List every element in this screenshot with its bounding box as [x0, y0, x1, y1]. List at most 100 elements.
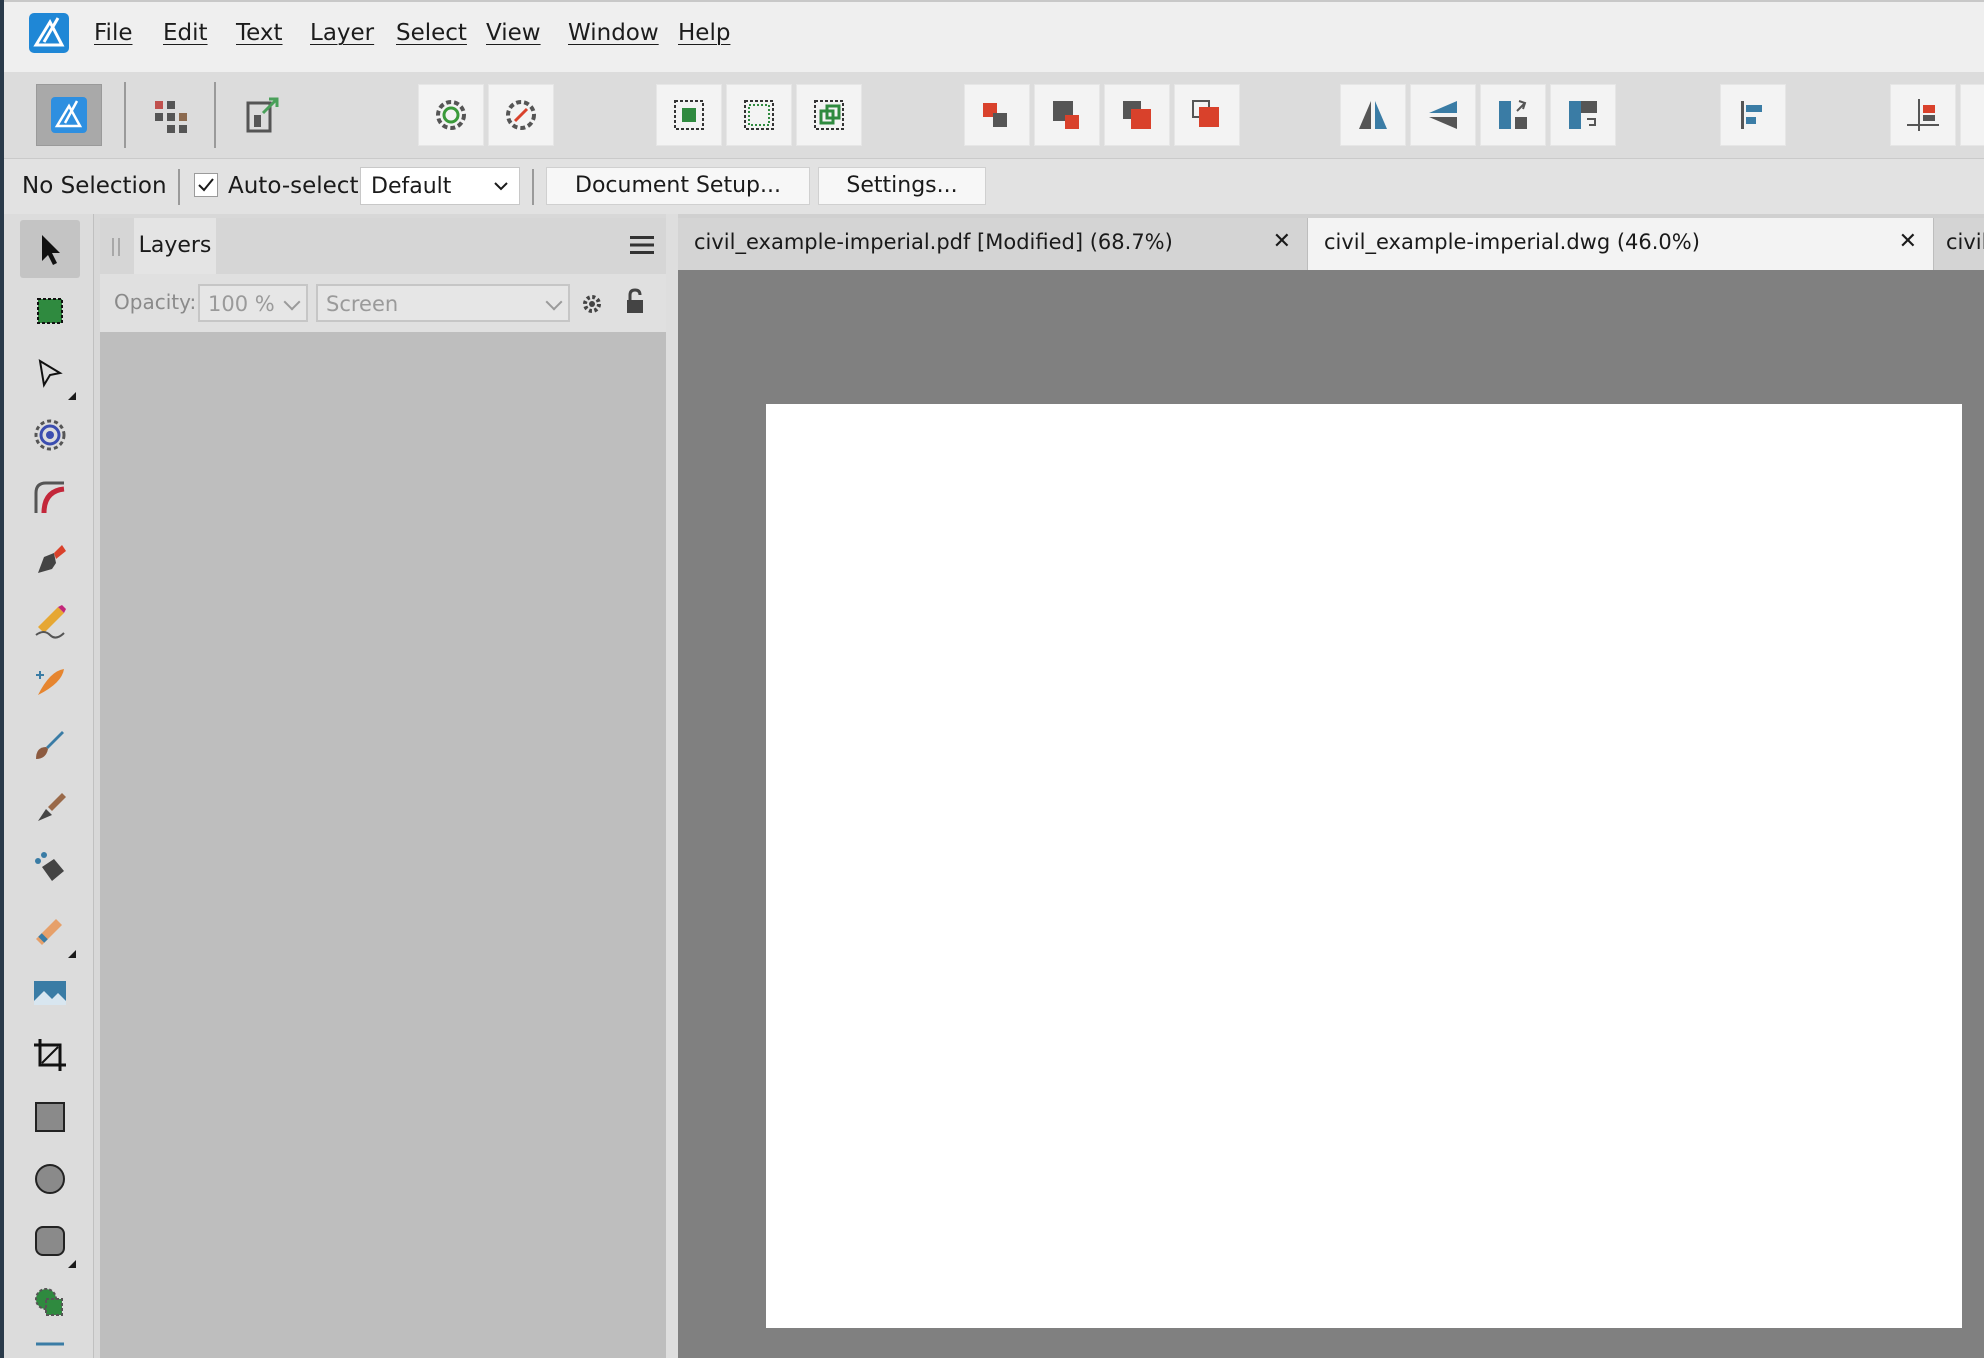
- corner-curve-icon: [34, 481, 65, 514]
- export-persona-button[interactable]: [230, 84, 296, 146]
- document-setup-button[interactable]: Document Setup...: [546, 167, 810, 205]
- document-tab[interactable]: civil_example-imperial.pdf [Modified] (6…: [678, 218, 1308, 270]
- move-tool[interactable]: [20, 220, 80, 278]
- frame-text-tool[interactable]: [20, 1336, 80, 1358]
- designer-persona-button[interactable]: [36, 84, 102, 146]
- insert-top-button[interactable]: [796, 84, 862, 146]
- document-tab-active[interactable]: civil_example-imperial.dwg (46.0%) ✕: [1308, 218, 1934, 270]
- menu-edit[interactable]: Edit: [163, 20, 208, 46]
- chevron-down-icon: [283, 293, 301, 311]
- node-arrow-icon: [38, 359, 63, 388]
- place-image-tool[interactable]: [20, 964, 80, 1022]
- insert-behind-button[interactable]: [726, 84, 792, 146]
- move-forward-one-button[interactable]: [1104, 84, 1170, 146]
- move-to-front-button[interactable]: [1174, 84, 1240, 146]
- rounded-rectangle-tool[interactable]: [20, 1212, 80, 1270]
- layers-panel-header: Layers: [100, 218, 666, 274]
- chevron-down-icon: [494, 182, 508, 191]
- hamburger-menu-icon[interactable]: [630, 235, 654, 255]
- snapping-disabled-icon: [506, 100, 536, 130]
- gear-icon[interactable]: [580, 292, 604, 316]
- checkmark-icon: [198, 178, 214, 192]
- pen-tool[interactable]: [20, 530, 80, 588]
- snapping-button[interactable]: [418, 84, 484, 146]
- crop-tool[interactable]: [20, 1026, 80, 1084]
- arrange-forward-one-icon: [1123, 101, 1151, 129]
- toolbar-separator: [214, 82, 216, 148]
- insert-inside-button[interactable]: [656, 84, 722, 146]
- context-separator: [178, 169, 180, 205]
- move-back-one-button[interactable]: [1034, 84, 1100, 146]
- opacity-field[interactable]: 100 %: [198, 284, 308, 322]
- toolbar-separator: [124, 82, 126, 148]
- distribute-button[interactable]: [1890, 84, 1956, 146]
- blend-mode-dropdown[interactable]: Screen: [316, 284, 570, 322]
- snapping-options-button[interactable]: [488, 84, 554, 146]
- vector-brush-tool[interactable]: [20, 654, 80, 712]
- layers-panel: Layers Opacity: 100 % Screen: [100, 218, 666, 1358]
- grid-select-icon: [674, 100, 704, 130]
- document-tab[interactable]: civil: [1934, 218, 1984, 270]
- move-to-back-button[interactable]: [964, 84, 1030, 146]
- menu-select[interactable]: Select: [396, 20, 467, 46]
- auto-select-mode-value: Default: [371, 174, 452, 199]
- flip-horizontal-button[interactable]: [1340, 84, 1406, 146]
- lock-icon[interactable]: [624, 288, 646, 316]
- menu-file[interactable]: File: [94, 20, 133, 46]
- transparency-tool[interactable]: [20, 902, 80, 960]
- pixel-brush-tool[interactable]: [20, 778, 80, 836]
- main-toolbar: [4, 72, 1984, 158]
- rotate-right-button[interactable]: [1550, 84, 1616, 146]
- contour-tool[interactable]: [20, 406, 80, 464]
- corner-tool[interactable]: [20, 468, 80, 526]
- arrange-back-one-icon: [1053, 101, 1079, 129]
- rotate-left-icon: [1499, 100, 1527, 129]
- pencil-tool[interactable]: [20, 592, 80, 650]
- arrange-front-icon: [1192, 100, 1219, 127]
- toolbar-overflow-button[interactable]: [1960, 84, 1984, 146]
- ellipse-tool[interactable]: [20, 1150, 80, 1208]
- rectangle-tool[interactable]: [20, 1088, 80, 1146]
- align-left-button[interactable]: [1720, 84, 1786, 146]
- document-area: civil_example-imperial.pdf [Modified] (6…: [678, 214, 1984, 1358]
- align-left-icon: [1741, 101, 1762, 129]
- panel-divider[interactable]: [666, 214, 678, 1358]
- fill-tool[interactable]: [20, 840, 80, 898]
- artboard-tool[interactable]: [20, 282, 80, 340]
- auto-select-mode-dropdown[interactable]: Default: [360, 167, 520, 205]
- opacity-value: 100 %: [208, 292, 275, 316]
- shape-builder-tool[interactable]: [20, 1274, 80, 1332]
- rectangle-icon: [35, 1102, 65, 1132]
- brush-icon: [38, 793, 66, 821]
- rotate-left-button[interactable]: [1480, 84, 1546, 146]
- image-placeholder-icon: [34, 981, 66, 1005]
- settings-button[interactable]: Settings...: [818, 167, 986, 205]
- node-tool[interactable]: [20, 344, 80, 402]
- tab-layers[interactable]: Layers: [134, 218, 216, 274]
- close-icon[interactable]: ✕: [1899, 218, 1917, 266]
- menu-text[interactable]: Text: [236, 20, 283, 46]
- auto-select-checkbox[interactable]: [194, 173, 218, 197]
- menu-view[interactable]: View: [486, 20, 541, 46]
- layer-options-bar: Opacity: 100 % Screen: [100, 274, 666, 332]
- menu-bar: File Edit Text Layer Select View Window …: [4, 0, 1984, 72]
- paint-brush-tool[interactable]: [20, 716, 80, 774]
- frame-text-icon: [36, 1342, 64, 1346]
- app-window: File Edit Text Layer Select View Window …: [4, 0, 1984, 1358]
- gradient-pencil-icon: [36, 919, 62, 945]
- menu-layer[interactable]: Layer: [310, 20, 374, 46]
- canvas-page[interactable]: [766, 404, 1962, 1328]
- dotted-grid-icon: [744, 100, 774, 130]
- panel-grip-handle[interactable]: [112, 238, 120, 256]
- flip-vertical-button[interactable]: [1410, 84, 1476, 146]
- menu-help[interactable]: Help: [678, 20, 730, 46]
- designer-persona-icon: [51, 97, 87, 133]
- affinity-designer-logo-icon[interactable]: [28, 12, 70, 54]
- close-icon[interactable]: ✕: [1273, 218, 1291, 266]
- artboard-icon: [37, 298, 63, 324]
- menu-window[interactable]: Window: [568, 20, 659, 46]
- contour-target-icon: [34, 419, 66, 451]
- pixel-persona-button[interactable]: [138, 84, 204, 146]
- flip-vertical-icon: [1429, 101, 1457, 129]
- document-tab-title: civil_example-imperial.pdf [Modified] (6…: [694, 230, 1173, 254]
